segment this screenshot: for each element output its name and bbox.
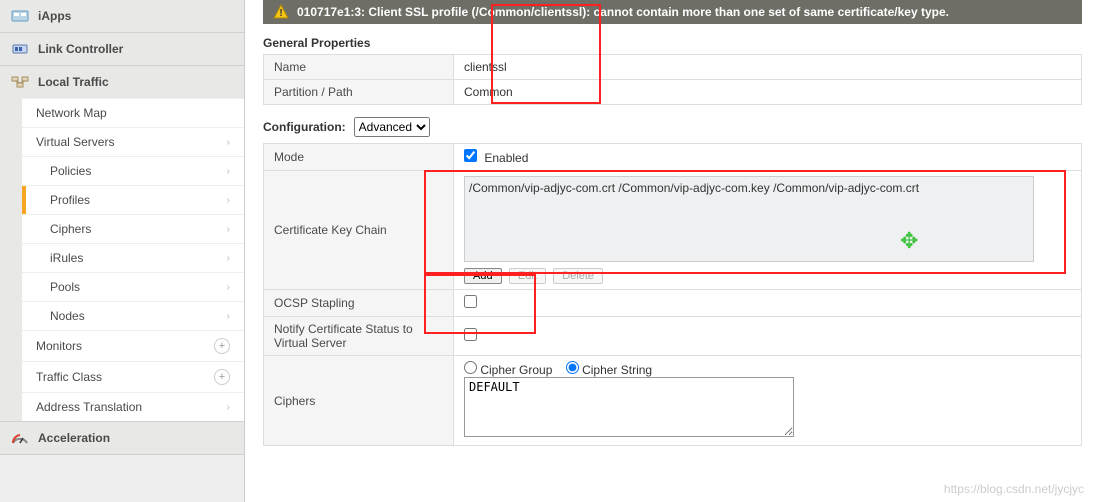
sidebar: iApps Link Controller Local Traffic Netw… [0, 0, 245, 502]
subnav-label: Virtual Servers [36, 135, 114, 149]
main-content: ! 010717e1:3: Client SSL profile (/Commo… [245, 0, 1094, 502]
ciphers-label: Ciphers [264, 356, 454, 446]
subnav-network-map[interactable]: Network Map [22, 98, 244, 127]
notify-checkbox[interactable] [464, 328, 477, 341]
subnav-label: Nodes [50, 309, 85, 323]
cert-key-chain-label: Certificate Key Chain [264, 171, 454, 290]
mode-label: Mode [264, 144, 454, 171]
subnav-irules[interactable]: iRules › [22, 243, 244, 272]
warning-icon: ! [273, 4, 289, 20]
delete-button: Delete [553, 268, 603, 284]
partition-label: Partition / Path [264, 80, 454, 105]
iapps-icon [10, 8, 30, 24]
subnav-nodes[interactable]: Nodes › [22, 301, 244, 330]
general-properties-table: Name clientssl Partition / Path Common [263, 54, 1082, 105]
subnav-label: Monitors [36, 339, 82, 353]
subnav-profiles[interactable]: Profiles › [22, 185, 244, 214]
subnav-label: Ciphers [50, 222, 91, 236]
subnav-address-translation[interactable]: Address Translation › [22, 392, 244, 421]
partition-value: Common [454, 80, 1082, 105]
general-properties-title: General Properties [263, 36, 1082, 50]
nav-acceleration[interactable]: Acceleration [0, 422, 244, 455]
configuration-label: Configuration: [263, 120, 346, 134]
cipher-string-radio[interactable] [566, 361, 579, 374]
plus-icon[interactable]: + [214, 338, 230, 354]
subnav-label: Pools [50, 280, 80, 294]
link-controller-icon [10, 41, 30, 57]
chevron-right-icon: › [227, 311, 230, 322]
acceleration-icon [10, 430, 30, 446]
subnav-label: Address Translation [36, 400, 142, 414]
chevron-right-icon: › [227, 166, 230, 177]
subnav-label: iRules [50, 251, 83, 265]
subnav-label: Profiles [50, 193, 90, 207]
configuration-row: Configuration: Advanced [263, 117, 1082, 137]
subnav-label: Policies [50, 164, 91, 178]
error-banner: ! 010717e1:3: Client SSL profile (/Commo… [263, 0, 1082, 24]
subnav-policies[interactable]: Policies › [22, 156, 244, 185]
configuration-form: Mode Enabled Certificate Key Chain /Comm… [263, 143, 1082, 446]
subnav-pools[interactable]: Pools › [22, 272, 244, 301]
subnav-label: Network Map [36, 106, 107, 120]
mode-enabled-text: Enabled [484, 151, 528, 165]
add-button[interactable]: Add [464, 268, 502, 284]
mode-checkbox[interactable] [464, 149, 477, 162]
notify-label: Notify Certificate Status to Virtual Ser… [264, 317, 454, 356]
cert-key-chain-listbox[interactable]: /Common/vip-adjyc-com.crt /Common/vip-ad… [464, 176, 1034, 262]
name-label: Name [264, 55, 454, 80]
cipher-group-radio[interactable] [464, 361, 477, 374]
chevron-right-icon: › [227, 402, 230, 413]
plus-icon[interactable]: + [214, 369, 230, 385]
nav-label: Acceleration [38, 431, 110, 445]
nav-local-traffic[interactable]: Local Traffic Network Map Virtual Server… [0, 66, 244, 422]
chevron-right-icon: › [227, 195, 230, 206]
subnav-ciphers[interactable]: Ciphers › [22, 214, 244, 243]
nav-iapps[interactable]: iApps [0, 0, 244, 33]
chevron-right-icon: › [227, 253, 230, 264]
cipher-string-textarea[interactable] [464, 377, 794, 437]
chevron-right-icon: › [227, 224, 230, 235]
ocsp-label: OCSP Stapling [264, 290, 454, 317]
nav-label: Local Traffic [38, 75, 109, 89]
cipher-radio-group: Cipher Group Cipher String [464, 361, 1071, 377]
nav-label: iApps [38, 9, 71, 23]
configuration-select[interactable]: Advanced [354, 117, 430, 137]
nav-label: Link Controller [38, 42, 123, 56]
subnav-virtual-servers[interactable]: Virtual Servers › [22, 127, 244, 156]
chevron-right-icon: › [227, 282, 230, 293]
watermark: https://blog.csdn.net/jycjyc [944, 482, 1084, 496]
local-traffic-subnav: Network Map Virtual Servers › Policies ›… [22, 98, 244, 421]
nav-link-controller[interactable]: Link Controller [0, 33, 244, 66]
cert-key-chain-entry[interactable]: /Common/vip-adjyc-com.crt /Common/vip-ad… [469, 181, 1029, 195]
subnav-label: Traffic Class [36, 370, 102, 384]
edit-button: Edit [509, 268, 546, 284]
chevron-right-icon: › [227, 137, 230, 148]
local-traffic-icon [10, 74, 30, 90]
error-text: 010717e1:3: Client SSL profile (/Common/… [297, 5, 949, 19]
name-value: clientssl [454, 55, 1082, 80]
svg-text:!: ! [279, 8, 282, 19]
ocsp-checkbox[interactable] [464, 295, 477, 308]
subnav-monitors[interactable]: Monitors + [22, 330, 244, 361]
subnav-traffic-class[interactable]: Traffic Class + [22, 361, 244, 392]
